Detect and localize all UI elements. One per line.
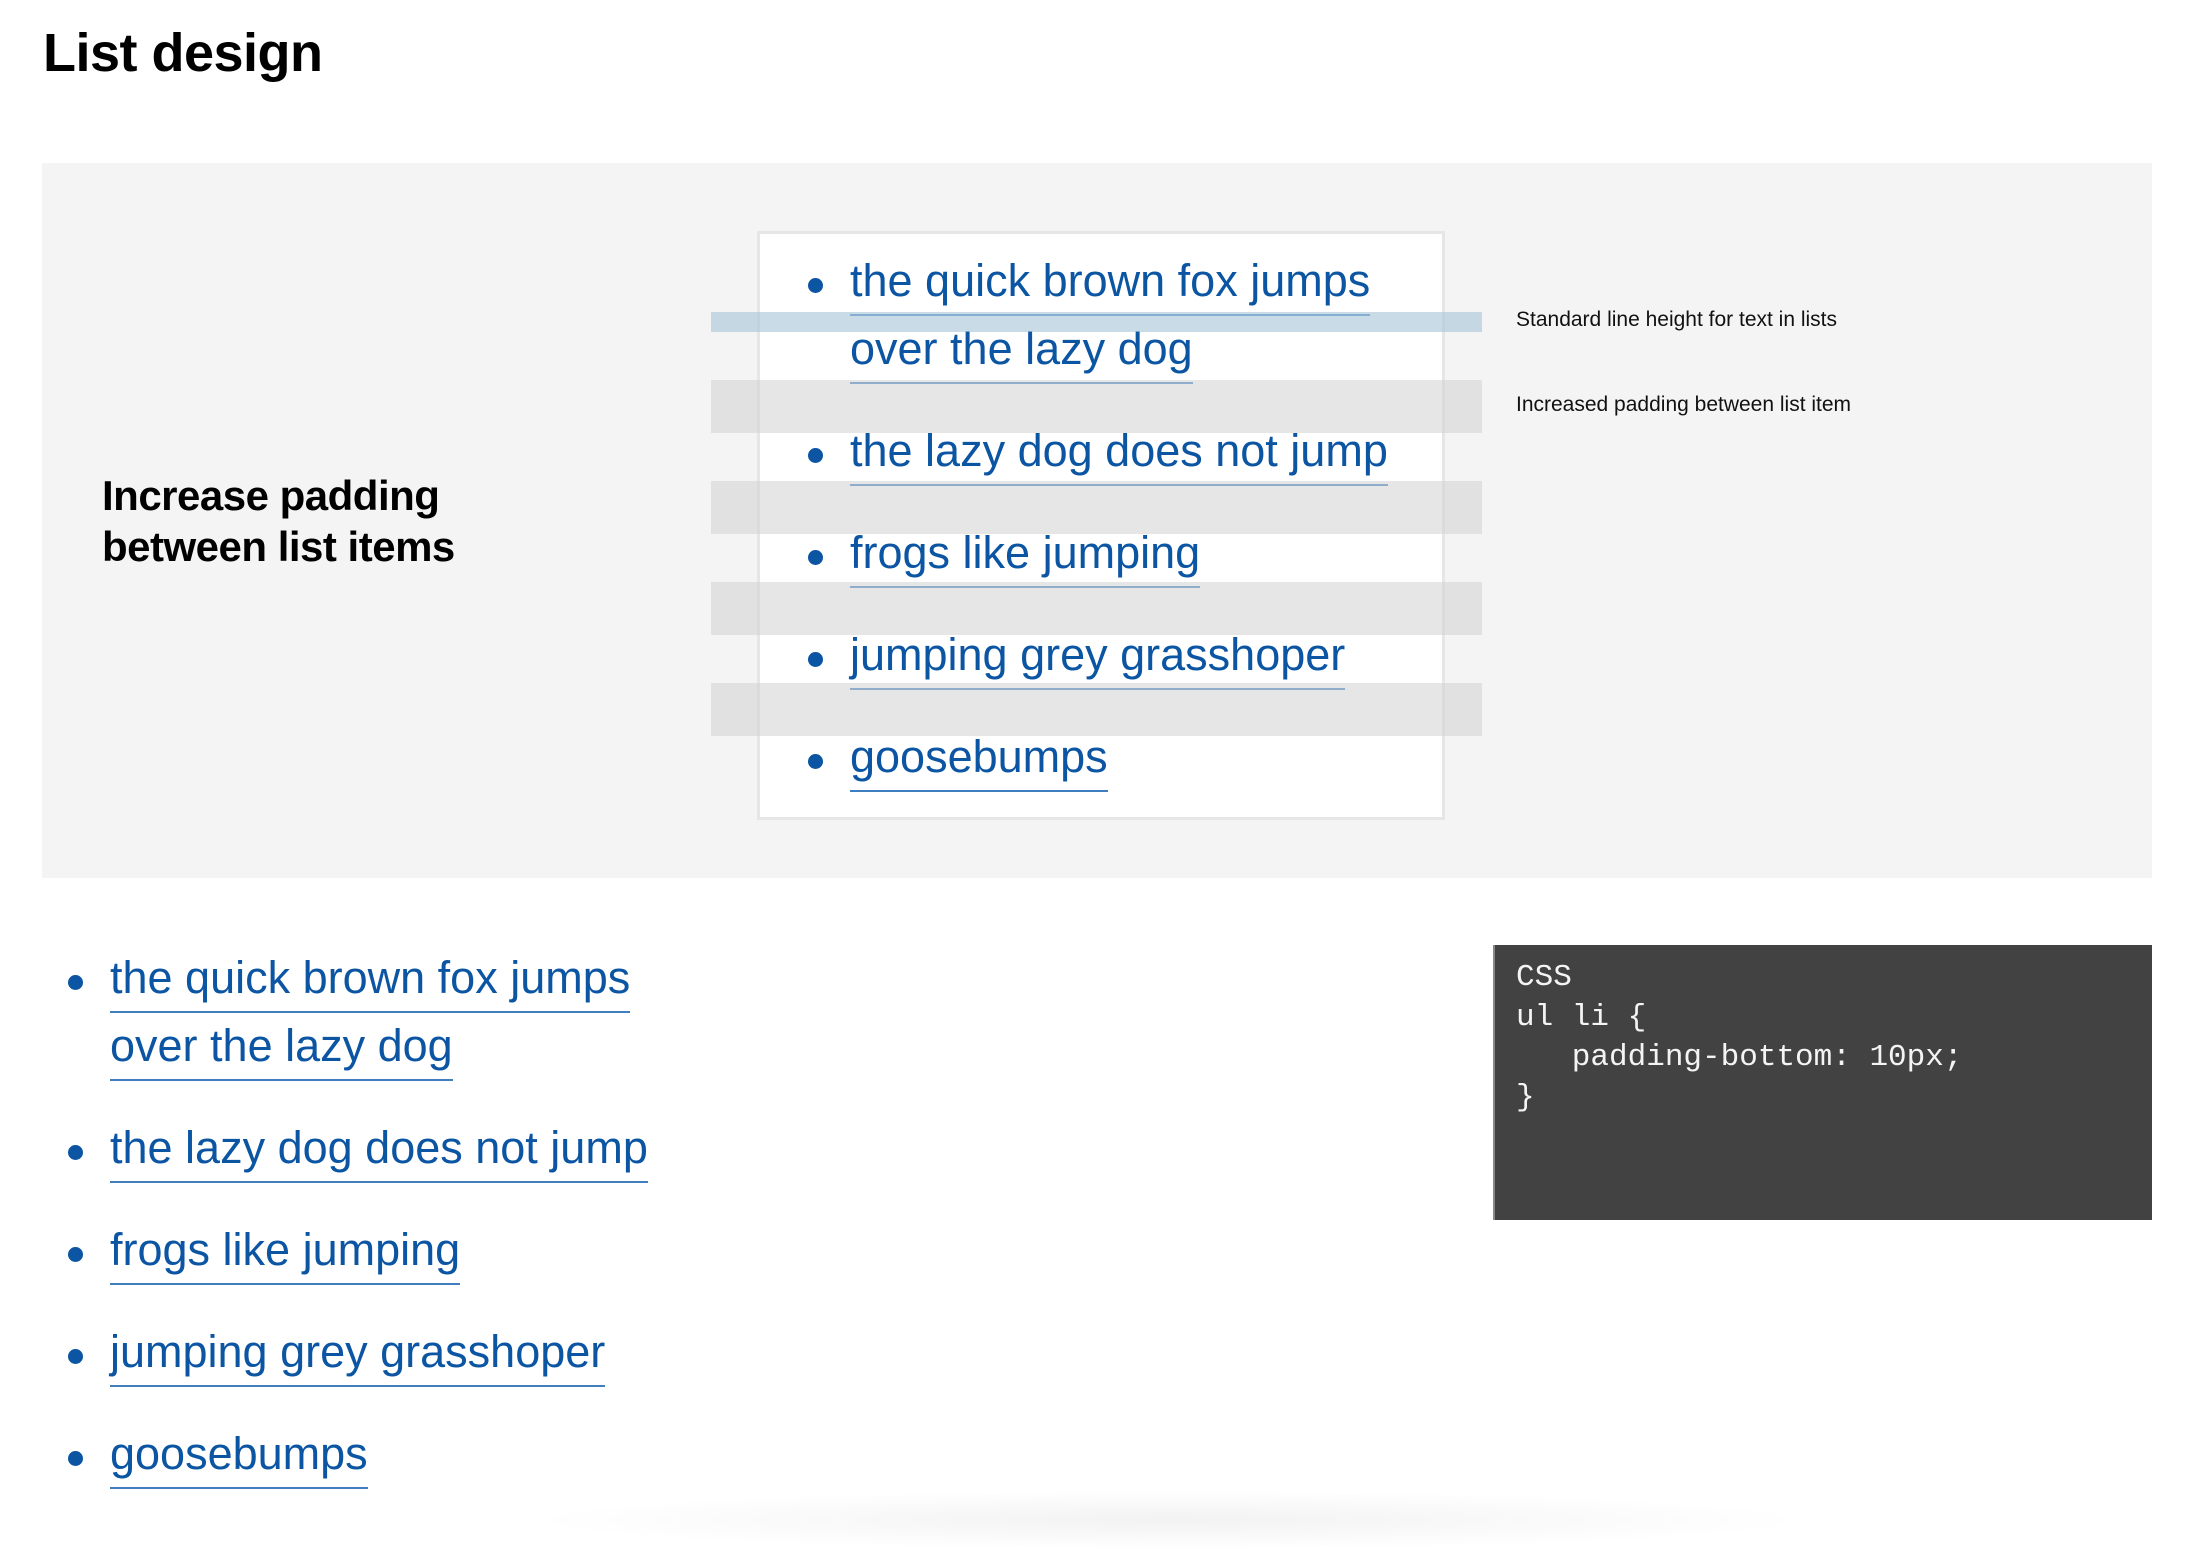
list-item[interactable]: goosebumps <box>68 1421 648 1489</box>
code-line: } <box>1516 1080 1535 1115</box>
bullet-icon <box>808 754 823 769</box>
list-item-link[interactable]: frogs like jumping <box>110 1217 461 1285</box>
list-item-link[interactable]: the quick brown fox jumps <box>850 248 1371 316</box>
list-item-link[interactable]: over the lazy dog <box>110 1013 453 1081</box>
line-height-band <box>711 312 1482 332</box>
list-item-link[interactable]: the quick brown fox jumps <box>110 945 631 1013</box>
panel-heading: Increase padding between list items <box>102 470 582 572</box>
bullet-icon <box>68 1451 83 1466</box>
bullet-icon <box>68 1247 83 1262</box>
padding-band <box>711 582 1482 635</box>
css-code-block: CSS ul li { padding-bottom: 10px;} <box>1493 945 2152 1220</box>
example-list: the quick brown fox jumps over the lazy … <box>68 945 648 1523</box>
padding-band <box>711 481 1482 534</box>
list-item[interactable]: the quick brown fox jumps over the lazy … <box>68 945 648 1081</box>
bullet-icon <box>68 1349 83 1364</box>
list-item-link[interactable]: the lazy dog does not jump <box>110 1115 648 1183</box>
list-item[interactable]: jumping grey grasshoper <box>68 1319 648 1387</box>
preview-list: the quick brown fox jumps over the lazy … <box>808 248 1388 826</box>
list-item[interactable]: frogs like jumping <box>68 1217 648 1285</box>
page-title: List design <box>43 23 323 83</box>
list-item-link[interactable]: goosebumps <box>110 1421 368 1489</box>
bullet-icon <box>808 278 823 293</box>
list-item[interactable]: the lazy dog does not jump <box>68 1115 648 1183</box>
padding-band <box>711 380 1482 433</box>
bullet-icon <box>68 975 83 990</box>
annotation-line-height: Standard line height for text in lists <box>1516 308 1838 331</box>
bullet-icon <box>808 550 823 565</box>
panel-heading-line-1: Increase padding <box>102 472 440 519</box>
bullet-icon <box>808 652 823 667</box>
annotation-padding: Increased padding between list item <box>1516 393 1852 416</box>
bullet-icon <box>68 1145 83 1160</box>
bottom-shadow <box>520 1490 1820 1550</box>
bullet-icon <box>808 448 823 463</box>
code-line: ul li { <box>1516 1000 1647 1035</box>
code-line: padding-bottom: 10px; <box>1516 1040 1963 1075</box>
list-item-link[interactable]: jumping grey grasshoper <box>110 1319 606 1387</box>
code-language-label: CSS <box>1516 960 1572 995</box>
panel-heading-line-2: between list items <box>102 523 455 570</box>
padding-band <box>711 683 1482 736</box>
